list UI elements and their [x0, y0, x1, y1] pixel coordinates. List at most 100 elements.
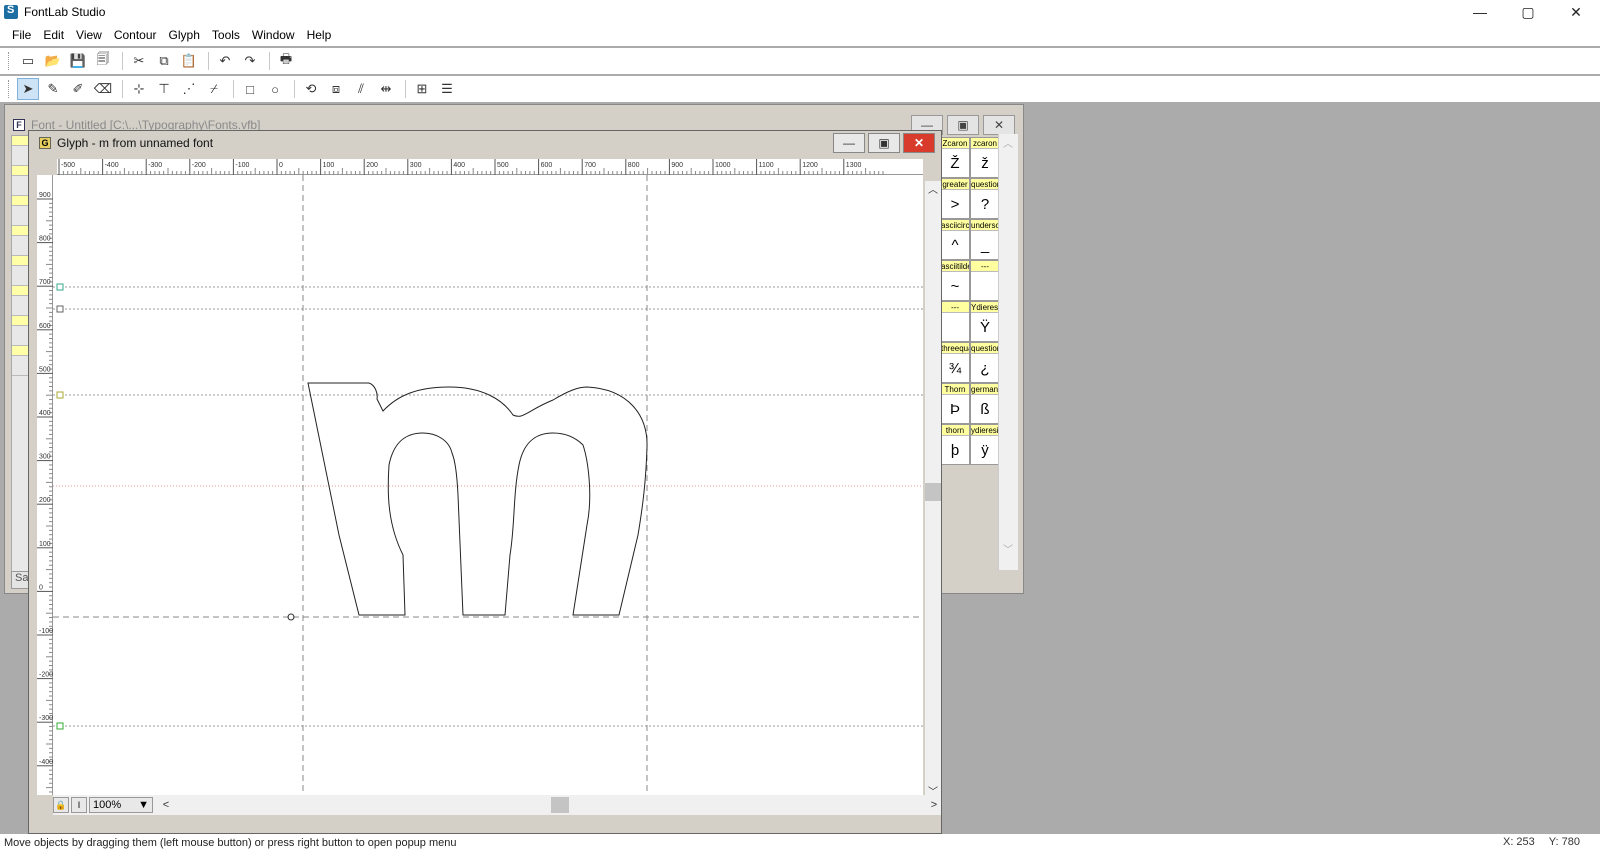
- grid-icon[interactable]: ⊞: [411, 78, 433, 100]
- glyph-cell-name: Ydieresis: [971, 302, 999, 313]
- glyph-window-titlebar[interactable]: G Glyph - m from unnamed font — ▣ ✕: [29, 131, 941, 155]
- pointer-tool-icon[interactable]: ➤: [17, 78, 39, 100]
- glyph-cell-row: greater > question?: [940, 178, 1000, 219]
- fontlab-logo-icon: [4, 4, 18, 19]
- menu-glyph[interactable]: Glyph: [163, 28, 206, 42]
- toolbar-handle[interactable]: [8, 80, 11, 98]
- menu-contour[interactable]: Contour: [108, 28, 163, 42]
- glyph-cell[interactable]: Thorn Þ: [940, 383, 970, 424]
- open-icon[interactable]: 📂: [42, 50, 64, 72]
- caps-marker[interactable]: [56, 305, 64, 313]
- eraser-tool-icon[interactable]: ⌫: [92, 78, 114, 100]
- ruler-label: -300: [39, 715, 53, 722]
- glyph-editing-canvas[interactable]: [53, 175, 923, 795]
- glyph-cell[interactable]: questiondown ¿: [970, 342, 1000, 383]
- rectangle-tool-icon[interactable]: □: [239, 78, 261, 100]
- glyph-m-contour[interactable]: [307, 382, 648, 616]
- glyph-cell[interactable]: underscore _: [970, 219, 1000, 260]
- maximize-button[interactable]: ▢: [1504, 0, 1552, 24]
- glyph-cell[interactable]: zcaron ž: [970, 137, 1000, 178]
- glyph-cell[interactable]: Zcaron Ž: [940, 137, 970, 178]
- glyph-cell[interactable]: ---: [970, 260, 1000, 301]
- redo-icon[interactable]: ↷: [239, 50, 261, 72]
- close-button[interactable]: ✕: [1552, 0, 1600, 24]
- ellipse-tool-icon[interactable]: ○: [264, 78, 286, 100]
- scroll-left-icon[interactable]: <: [159, 799, 173, 811]
- zoom-value: 100%: [93, 799, 122, 811]
- font-window-close-button[interactable]: ✕: [983, 115, 1015, 135]
- glyph-cell-name: thorn: [941, 425, 969, 436]
- menu-view[interactable]: View: [70, 28, 108, 42]
- menu-window[interactable]: Window: [246, 28, 301, 42]
- glyph-window-minimize-button[interactable]: —: [833, 133, 865, 153]
- hscroll-track[interactable]: [173, 797, 927, 813]
- add-corner-icon[interactable]: ⊤: [153, 78, 175, 100]
- glyph-cell[interactable]: germandbls ß: [970, 383, 1000, 424]
- glyph-cell[interactable]: Ydieresis Ÿ: [970, 301, 1000, 342]
- add-curve-icon[interactable]: ⋰: [178, 78, 200, 100]
- hscroll-thumb[interactable]: [551, 797, 569, 813]
- slant-tool-icon[interactable]: ⫽: [350, 78, 372, 100]
- ruler-label: 1300: [846, 162, 862, 169]
- pen-tool-icon[interactable]: ✎: [42, 78, 64, 100]
- scroll-up-icon[interactable]: ︿: [925, 181, 941, 196]
- vscroll-thumb[interactable]: [925, 483, 941, 501]
- menu-tools[interactable]: Tools: [206, 28, 246, 42]
- menu-edit[interactable]: Edit: [37, 28, 70, 42]
- menu-file[interactable]: File: [6, 28, 37, 42]
- metrics-icon[interactable]: I: [71, 797, 87, 813]
- undo-icon[interactable]: ↶: [214, 50, 236, 72]
- scale-tool-icon[interactable]: ⧈: [325, 78, 347, 100]
- glyph-cell[interactable]: asciicircum ^: [940, 219, 970, 260]
- ruler-label: 100: [39, 541, 51, 548]
- ruler-label: 200: [366, 162, 378, 169]
- glyph-window-maximize-button[interactable]: ▣: [868, 133, 900, 153]
- ruler-label: 500: [497, 162, 509, 169]
- align-icon[interactable]: ☰: [436, 78, 458, 100]
- glyph-window-bottombar: 🔒 I 100% ▼ < >: [53, 795, 941, 815]
- glyph-cell[interactable]: ---: [940, 301, 970, 342]
- rotate-tool-icon[interactable]: ⟲: [300, 78, 322, 100]
- horizontal-ruler[interactable]: -500 -400 -300 -200 -100 0 100 200 300 400 500 600 7…: [57, 159, 923, 175]
- add-tangent-icon[interactable]: ⌿: [203, 78, 225, 100]
- glyph-cell[interactable]: threequarters ¾: [940, 342, 970, 383]
- scroll-right-icon[interactable]: >: [927, 799, 941, 811]
- scroll-down-icon[interactable]: ﹀: [999, 540, 1017, 556]
- zoom-select[interactable]: 100% ▼: [89, 797, 153, 813]
- add-node-icon[interactable]: ⊹: [128, 78, 150, 100]
- lock-icon[interactable]: 🔒: [53, 797, 69, 813]
- vertical-ruler[interactable]: 900 800 700 600 500 400 300 200 100 0 -100 -200 -300…: [37, 175, 53, 795]
- save-icon[interactable]: 💾: [67, 50, 89, 72]
- toolbar-handle[interactable]: [8, 52, 11, 70]
- save-all-icon[interactable]: 🗐: [92, 50, 114, 72]
- glyph-cell[interactable]: greater >: [940, 178, 970, 219]
- glyph-cell[interactable]: ydieresis ÿ: [970, 424, 1000, 465]
- glyph-cell[interactable]: question?: [970, 178, 1000, 219]
- scroll-up-icon[interactable]: ︿: [999, 134, 1017, 150]
- font-window-maximize-button[interactable]: ▣: [947, 115, 979, 135]
- glyph-cell-row: Thorn Þgermandbls ß: [940, 383, 1000, 424]
- descender-marker[interactable]: [56, 722, 64, 730]
- ruler-label: 600: [39, 323, 51, 330]
- toolbar-separator: [122, 80, 123, 98]
- glyph-cell[interactable]: asciitilde ~: [940, 260, 970, 301]
- menu-help[interactable]: Help: [301, 28, 338, 42]
- ruler-label: 900: [671, 162, 683, 169]
- paste-icon[interactable]: 📋: [178, 50, 200, 72]
- x-height-marker[interactable]: [56, 391, 64, 399]
- ascender-marker[interactable]: [56, 283, 64, 291]
- glyph-window-vscroll[interactable]: ︿ ﹀: [925, 181, 941, 798]
- new-icon[interactable]: ▭: [17, 50, 39, 72]
- glyph-cell[interactable]: thorn þ: [940, 424, 970, 465]
- minimize-button[interactable]: —: [1456, 0, 1504, 24]
- copy-icon[interactable]: ⧉: [153, 50, 175, 72]
- brush-tool-icon[interactable]: ✐: [67, 78, 89, 100]
- glyph-window-close-button[interactable]: ✕: [903, 133, 935, 153]
- glyph-window[interactable]: G Glyph - m from unnamed font — ▣ ✕ -500…: [28, 130, 942, 834]
- measure-tool-icon[interactable]: ⇹: [375, 78, 397, 100]
- print-icon[interactable]: 🖶: [275, 50, 297, 72]
- glyph-cell-name: ydieresis: [971, 425, 999, 436]
- cut-icon[interactable]: ✂: [128, 50, 150, 72]
- font-window-vscroll[interactable]: ︿ ﹀: [998, 134, 1018, 570]
- toolbar-separator: [269, 52, 270, 70]
